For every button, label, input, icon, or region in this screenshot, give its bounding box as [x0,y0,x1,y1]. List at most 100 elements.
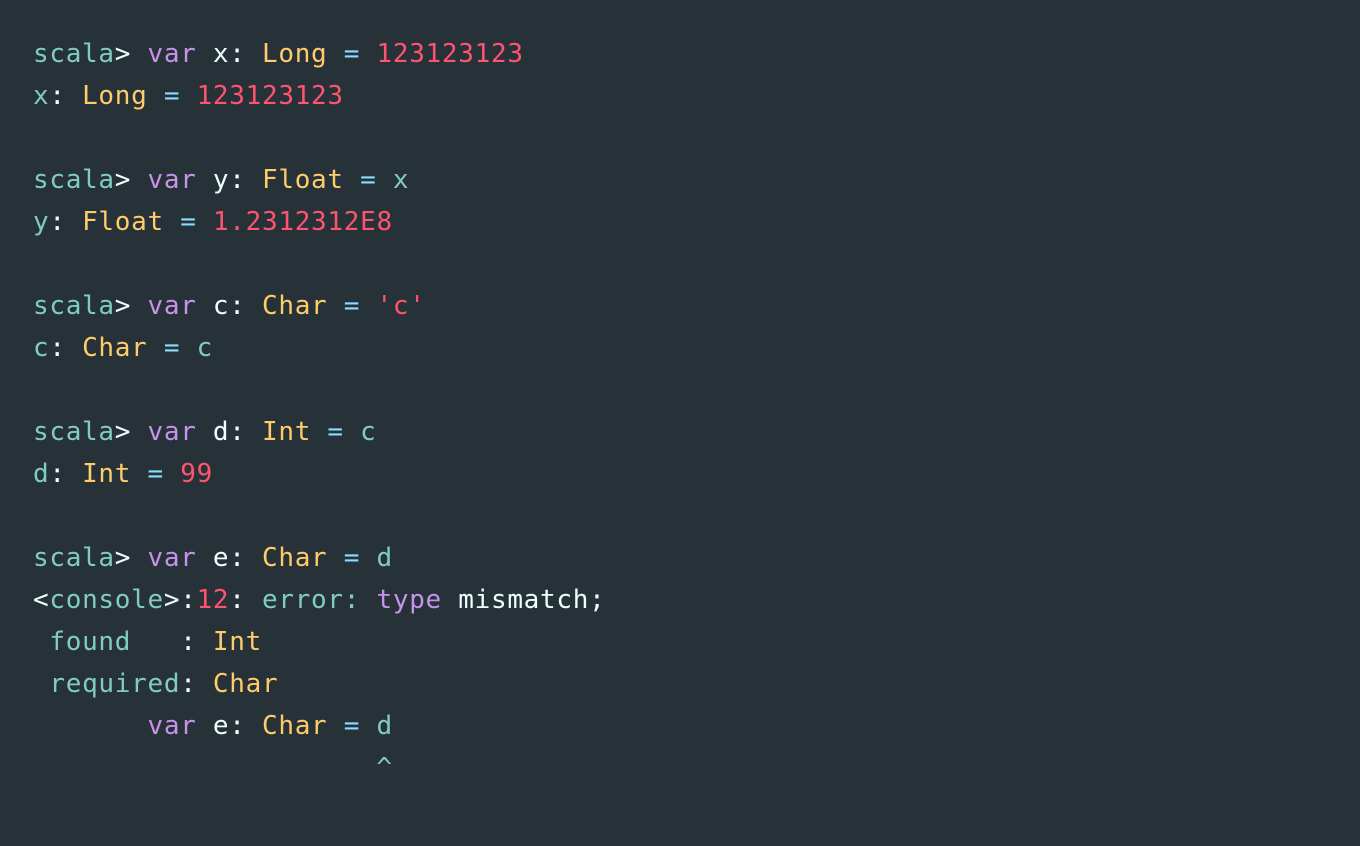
line-10-input-d: scala> var d: Int = c [33,411,1360,453]
line-11-output-d-token-4 [131,459,147,489]
line-10-input-d-token-12: c [360,417,377,447]
line-14-error-header-token-2: > [163,585,181,615]
line-16-error-required-token-3 [197,669,213,699]
line-11-output-d-token-2 [66,459,82,489]
line-4-input-y-token-10: = [360,165,377,195]
line-10-input-d-token-1: > [114,417,132,447]
line-7-input-c-token-5: c [212,291,230,321]
line-5-output-y-token-6 [197,207,213,237]
line-2-output-x-token-7: 123123123 [196,81,344,111]
line-12-blank [33,495,1360,537]
line-5-output-y: y: Float = 1.2312312E8 [33,201,1360,243]
line-17-error-source-token-10: d [376,711,393,741]
line-1-input-x-token-4 [197,39,213,69]
line-7-input-c-token-6: : [229,291,246,321]
line-17-error-source-token-1: var [147,711,197,741]
line-14-error-header-token-1: console [49,585,164,615]
line-1-input-x-token-6: : [229,39,246,69]
line-17-error-source-token-9 [360,711,376,741]
line-11-output-d-token-6 [164,459,180,489]
line-1-input-x: scala> var x: Long = 123123123 [33,33,1360,75]
line-2-output-x-token-0: x [33,81,50,111]
line-7-input-c-token-10: = [343,291,361,321]
line-17-error-source-token-0 [33,711,147,741]
line-5-output-y-token-5: = [180,207,197,237]
line-7-input-c: scala> var c: Char = 'c' [33,285,1360,327]
line-7-input-c-token-8: Char [262,291,328,321]
line-10-input-d-token-5: d [212,417,230,447]
line-13-input-e-token-11 [360,543,376,573]
line-14-error-header-token-0: < [33,585,50,615]
line-13-input-e-token-1: > [114,543,132,573]
line-8-output-c-token-7: c [196,333,213,363]
line-4-input-y-token-7 [246,165,262,195]
line-1-input-x-token-9 [327,39,343,69]
line-11-output-d-token-7: 99 [180,459,213,489]
line-14-error-header-token-5: : [229,585,246,615]
line-1-input-x-token-1: > [114,39,132,69]
line-17-error-source-token-3: e [212,711,230,741]
line-8-output-c-token-4 [148,333,164,363]
line-15-error-found: found : Int [33,621,1360,663]
line-17-error-source-token-6: Char [261,711,328,741]
line-10-input-d-token-6: : [229,417,246,447]
line-2-output-x-token-5: = [163,81,181,111]
line-14-error-header-token-7: error: [262,585,361,615]
line-7-input-c-token-0: scala [33,291,115,321]
line-13-input-e-token-0: scala [33,543,115,573]
line-14-error-header-token-10 [442,585,458,615]
line-13-input-e-token-4 [197,543,213,573]
line-7-input-c-token-9 [327,291,343,321]
line-1-input-x-token-10: = [343,39,361,69]
line-10-input-d-token-7 [246,417,262,447]
line-15-error-found-token-3: : [180,627,197,657]
line-8-output-c-token-6 [180,333,196,363]
line-1-input-x-token-0: scala [33,39,115,69]
line-14-error-header-token-11: mismatch; [458,585,606,615]
line-2-output-x-token-6 [180,81,196,111]
line-13-input-e-token-6: : [229,543,246,573]
line-13-input-e-token-5: e [212,543,230,573]
terminal-output-pane[interactable]: scala> var x: Long = 123123123 x: Long = … [0,0,1360,846]
line-15-error-found-token-5: Int [212,627,262,657]
line-11-output-d-token-5: = [147,459,164,489]
line-16-error-required-token-1: required [49,669,181,699]
line-13-input-e-token-2 [131,543,147,573]
line-17-error-source-token-2 [197,711,213,741]
line-5-output-y-token-2 [66,207,82,237]
line-14-error-header-token-6 [246,585,262,615]
line-4-input-y-token-9 [344,165,360,195]
line-10-input-d-token-9 [311,417,327,447]
line-16-error-required-token-2: : [180,669,197,699]
line-1-input-x-token-11 [360,39,376,69]
line-7-input-c-token-11 [360,291,376,321]
line-14-error-header-token-8 [360,585,376,615]
line-8-output-c-token-2 [66,333,82,363]
line-16-error-required-token-0 [33,669,49,699]
line-17-error-source-token-5 [246,711,262,741]
line-7-input-c-token-4 [197,291,213,321]
line-2-output-x: x: Long = 123123123 [33,75,1360,117]
line-4-input-y-token-12: x [392,165,410,195]
line-4-input-y-token-4 [197,165,213,195]
line-14-error-header-token-4: 12 [196,585,230,615]
line-7-input-c-token-1: > [114,291,132,321]
line-13-input-e-token-3: var [147,543,197,573]
line-4-input-y-token-6: : [229,165,246,195]
line-1-input-x-token-7 [246,39,262,69]
line-13-input-e-token-9 [327,543,343,573]
line-3-blank [33,117,1360,159]
line-8-output-c-token-5: = [163,333,181,363]
line-10-input-d-token-11 [344,417,360,447]
line-11-output-d-token-3: Int [82,459,132,489]
line-15-error-found-token-1: found [49,627,132,657]
line-4-input-y-token-5: y [212,165,230,195]
line-5-output-y-token-0: y [33,207,50,237]
line-4-input-y-token-1: > [114,165,132,195]
line-15-error-found-token-0 [33,627,49,657]
line-10-input-d-token-2 [131,417,147,447]
line-5-output-y-token-3: Float [82,207,164,237]
line-4-input-y: scala> var y: Float = x [33,159,1360,201]
line-4-input-y-token-11 [377,165,393,195]
line-14-error-header-token-3: : [180,585,197,615]
